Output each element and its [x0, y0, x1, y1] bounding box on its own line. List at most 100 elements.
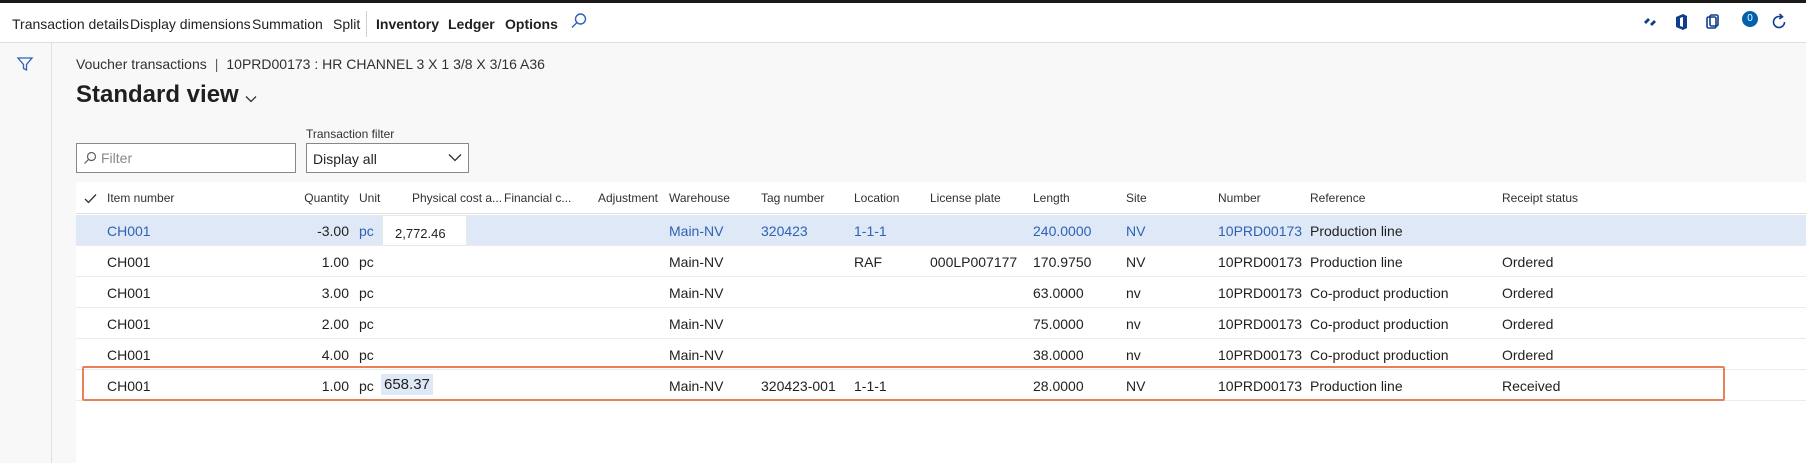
cell-quantity: 1.00	[321, 378, 349, 394]
cell-warehouse[interactable]: Main-NV	[669, 223, 723, 239]
notifications-icon[interactable]	[1702, 12, 1724, 34]
transaction-filter-value: Display all	[313, 151, 377, 167]
table-row[interactable]: CH001 -3.00 pc 2,772.46 Main-NV 320423 1…	[76, 215, 1806, 246]
table-row[interactable]: CH001 3.00 pc Main-NV 63.0000 nv 10PRD00…	[76, 277, 1806, 308]
cell-warehouse: Main-NV	[669, 316, 724, 332]
cell-item-number[interactable]: CH001	[107, 285, 151, 301]
cell-physical-cost: 2,772.46	[395, 226, 446, 241]
table-row[interactable]: CH001 2.00 pc Main-NV 75.0000 nv 10PRD00…	[76, 308, 1806, 339]
filter-input[interactable]	[101, 148, 289, 168]
cell-reference: Production line	[1310, 223, 1403, 239]
cell-item-number[interactable]: CH001	[107, 347, 151, 363]
menu-summation[interactable]: Summation	[252, 16, 323, 32]
filter-icon[interactable]	[16, 55, 34, 73]
table-row[interactable]: CH001 4.00 pc Main-NV 38.0000 nv 10PRD00…	[76, 339, 1806, 370]
column-header-reference[interactable]: Reference	[1310, 191, 1365, 205]
menu-options[interactable]: Options	[505, 16, 558, 32]
cell-unit: pc	[359, 285, 374, 301]
cell-item-number[interactable]: CH001	[107, 378, 151, 394]
cell-receipt-status: Ordered	[1502, 316, 1554, 332]
cell-site: nv	[1126, 316, 1141, 332]
cell-number: 10PRD00173	[1218, 316, 1303, 332]
column-header-location[interactable]: Location	[854, 191, 899, 205]
menu-inventory[interactable]: Inventory	[376, 16, 439, 32]
action-pane: Transaction details Display dimensions S…	[0, 0, 1806, 43]
cell-reference: Co-product production	[1310, 285, 1449, 301]
chevron-down-icon	[245, 82, 257, 110]
column-header-length[interactable]: Length	[1033, 191, 1070, 205]
cell-location[interactable]: 1-1-1	[854, 223, 887, 239]
breadcrumb: Voucher transactions | 10PRD00173 : HR CHA…	[76, 56, 545, 72]
chevron-down-icon	[448, 154, 462, 162]
cell-site: nv	[1126, 347, 1141, 363]
menu-divider	[366, 11, 367, 37]
cell-length[interactable]: 240.0000	[1033, 223, 1091, 239]
cell-item-number[interactable]: CH001	[107, 254, 151, 270]
menu-split[interactable]: Split	[333, 16, 360, 32]
column-header-adjustment[interactable]: Adjustment	[576, 191, 658, 205]
cell-quantity: 2.00	[321, 316, 349, 332]
cell-location: 1-1-1	[854, 378, 887, 394]
transaction-filter-label: Transaction filter	[306, 127, 395, 141]
menu-ledger[interactable]: Ledger	[448, 16, 495, 32]
cell-site: NV	[1126, 378, 1146, 394]
cell-length: 75.0000	[1033, 316, 1084, 332]
column-header-receipt-status[interactable]: Receipt status	[1502, 191, 1578, 205]
physical-cost-edit-field[interactable]: 2,772.46	[382, 215, 467, 246]
cell-reference: Co-product production	[1310, 316, 1449, 332]
cell-unit: pc	[359, 254, 374, 270]
column-header-tag-number[interactable]: Tag number	[761, 191, 824, 205]
cell-warehouse: Main-NV	[669, 285, 724, 301]
cell-length: 28.0000	[1033, 378, 1084, 394]
view-selector[interactable]: Standard view	[76, 81, 257, 110]
grid-header-row: Item number Quantity Unit Physical cost …	[76, 182, 1806, 214]
cell-site[interactable]: NV	[1126, 223, 1145, 239]
cell-item-number[interactable]: CH001	[107, 316, 151, 332]
cell-number[interactable]: 10PRD00173	[1218, 223, 1302, 239]
cell-tag-number: 320423-001	[761, 378, 836, 394]
cell-warehouse: Main-NV	[669, 378, 724, 394]
cell-reference: Production line	[1310, 378, 1403, 394]
cell-number: 10PRD00173	[1218, 285, 1303, 301]
notification-count-badge: 0	[1742, 11, 1758, 27]
cell-unit: pc	[359, 316, 374, 332]
column-header-physical-cost[interactable]: Physical cost a...	[412, 191, 502, 205]
breadcrumb-separator: |	[214, 56, 219, 72]
column-header-item-number[interactable]: Item number	[107, 191, 174, 205]
search-icon	[84, 151, 97, 164]
table-row[interactable]: CH001 1.00 pc Main-NV RAF 000LP007177 17…	[76, 246, 1806, 277]
column-header-warehouse[interactable]: Warehouse	[669, 191, 730, 205]
grid-filter-field[interactable]	[76, 143, 296, 173]
cell-unit: pc	[359, 347, 374, 363]
table-row[interactable]: CH001 1.00 pc 658.37 Main-NV 320423-001 …	[76, 370, 1806, 401]
cell-receipt-status: Ordered	[1502, 254, 1554, 270]
column-header-unit[interactable]: Unit	[359, 191, 380, 205]
refresh-icon[interactable]	[1769, 12, 1791, 34]
search-icon[interactable]	[570, 12, 592, 34]
cell-tag-number[interactable]: 320423	[761, 223, 808, 239]
cell-location: RAF	[854, 254, 882, 270]
cell-length: 38.0000	[1033, 347, 1084, 363]
connect-icon[interactable]	[1640, 12, 1662, 34]
column-header-quantity[interactable]: Quantity	[226, 191, 349, 205]
transaction-filter-dropdown[interactable]: Display all	[306, 143, 469, 173]
cell-item-number[interactable]: CH001	[107, 223, 151, 239]
cell-number: 10PRD00173	[1218, 347, 1303, 363]
column-header-number[interactable]: Number	[1218, 191, 1261, 205]
column-header-financial-cost[interactable]: Financial c...	[504, 191, 571, 205]
cell-receipt-status: Ordered	[1502, 347, 1554, 363]
cell-unit: pc	[359, 378, 374, 394]
cell-physical-cost-highlighted[interactable]: 658.37	[381, 374, 433, 395]
cell-unit[interactable]: pc	[359, 223, 374, 239]
cell-number: 10PRD00173	[1218, 378, 1303, 394]
cell-quantity: 4.00	[321, 347, 349, 363]
cell-reference: Production line	[1310, 254, 1403, 270]
cell-site: NV	[1126, 254, 1146, 270]
menu-transaction-details[interactable]: Transaction details	[12, 16, 129, 32]
select-all-checkmark-icon[interactable]	[84, 191, 97, 207]
menu-display-dimensions[interactable]: Display dimensions	[130, 16, 251, 32]
office-icon[interactable]	[1672, 12, 1694, 34]
breadcrumb-record: 10PRD00173 : HR CHANNEL 3 X 1 3/8 X 3/16…	[226, 56, 545, 72]
column-header-site[interactable]: Site	[1126, 191, 1147, 205]
column-header-license-plate[interactable]: License plate	[930, 191, 1001, 205]
